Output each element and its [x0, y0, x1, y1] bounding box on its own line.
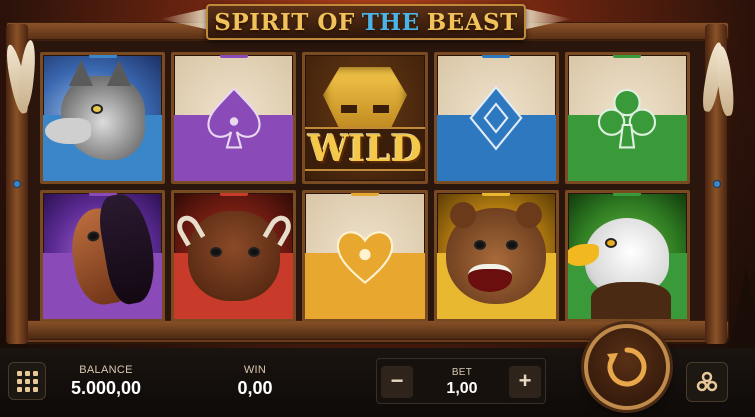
- bet-increase-button[interactable]: +: [509, 366, 541, 398]
- game-scene: SPIRIT OF THE BEAST WILD BALANCE 5.000,0…: [0, 0, 755, 417]
- title-part-3: BEAST: [426, 8, 518, 36]
- bison-icon: [174, 211, 294, 301]
- eagle-icon: [567, 218, 672, 319]
- win-display: WIN 0,00: [210, 358, 300, 404]
- balance-display: BALANCE 5.000,00: [56, 358, 156, 404]
- reel-symbol-club: [564, 52, 690, 184]
- horse-icon: [64, 193, 161, 309]
- reel-symbol-wild: WILD: [302, 52, 428, 184]
- autoplay-icon: [696, 371, 718, 392]
- bead-icon: [713, 180, 721, 188]
- cell-tab: [350, 193, 379, 196]
- win-value: 0,00: [237, 377, 273, 398]
- diamond-icon: [469, 85, 523, 151]
- menu-button[interactable]: [8, 362, 46, 400]
- cell-tab: [613, 55, 642, 58]
- heart-icon: [336, 231, 394, 284]
- title-part-1: SPIRIT OF: [214, 8, 355, 36]
- wolf-icon: [44, 60, 145, 160]
- reel-symbol-bison: [171, 190, 297, 322]
- grid-dot: [16, 386, 22, 392]
- cell-tab: [88, 55, 117, 58]
- cell-tab: [613, 193, 642, 196]
- wild-label: WILD: [305, 127, 425, 171]
- reel-grid: WILD: [40, 52, 690, 322]
- game-title: SPIRIT OF THE BEAST: [206, 4, 526, 40]
- grid-menu-icon: [16, 370, 22, 376]
- background-tree: [728, 267, 755, 357]
- reel-symbol-diamond: [433, 52, 559, 184]
- cell-tab: [219, 55, 248, 58]
- balance-label: BALANCE: [79, 363, 133, 376]
- reel-symbol-eagle: [564, 190, 690, 322]
- win-label: WIN: [243, 363, 267, 376]
- bead-icon: [13, 180, 21, 188]
- grid-dot: [24, 378, 30, 384]
- grid-dot: [32, 370, 38, 376]
- grid-dot: [32, 386, 38, 392]
- bet-label: BET: [451, 366, 473, 378]
- club-icon: [598, 88, 657, 149]
- spin-arrows-icon: [607, 347, 647, 387]
- grid-dot: [24, 386, 30, 392]
- reel-symbol-heart: [302, 190, 428, 322]
- bet-display: BET 1,00: [419, 361, 505, 403]
- title-part-2: THE: [361, 8, 420, 36]
- reel-symbol-horse: [40, 190, 166, 322]
- balance-value: 5.000,00: [70, 377, 142, 398]
- spin-button[interactable]: [584, 324, 670, 410]
- spade-icon: [207, 87, 261, 149]
- bet-value: 1,00: [446, 379, 478, 397]
- grid-dot: [32, 378, 38, 384]
- grid-dot: [16, 378, 22, 384]
- cell-tab: [482, 55, 511, 58]
- bear-icon: [446, 202, 547, 304]
- reel-symbol-spade: [171, 52, 297, 184]
- cell-tab: [219, 193, 248, 196]
- reel-symbol-wolf: [40, 52, 166, 184]
- bet-decrease-button[interactable]: −: [381, 366, 413, 398]
- grid-dot: [24, 370, 30, 376]
- reel-symbol-bear: [433, 190, 559, 322]
- autoplay-button[interactable]: [686, 362, 728, 402]
- cell-tab: [482, 193, 511, 196]
- bet-control: − BET 1,00 +: [376, 358, 546, 404]
